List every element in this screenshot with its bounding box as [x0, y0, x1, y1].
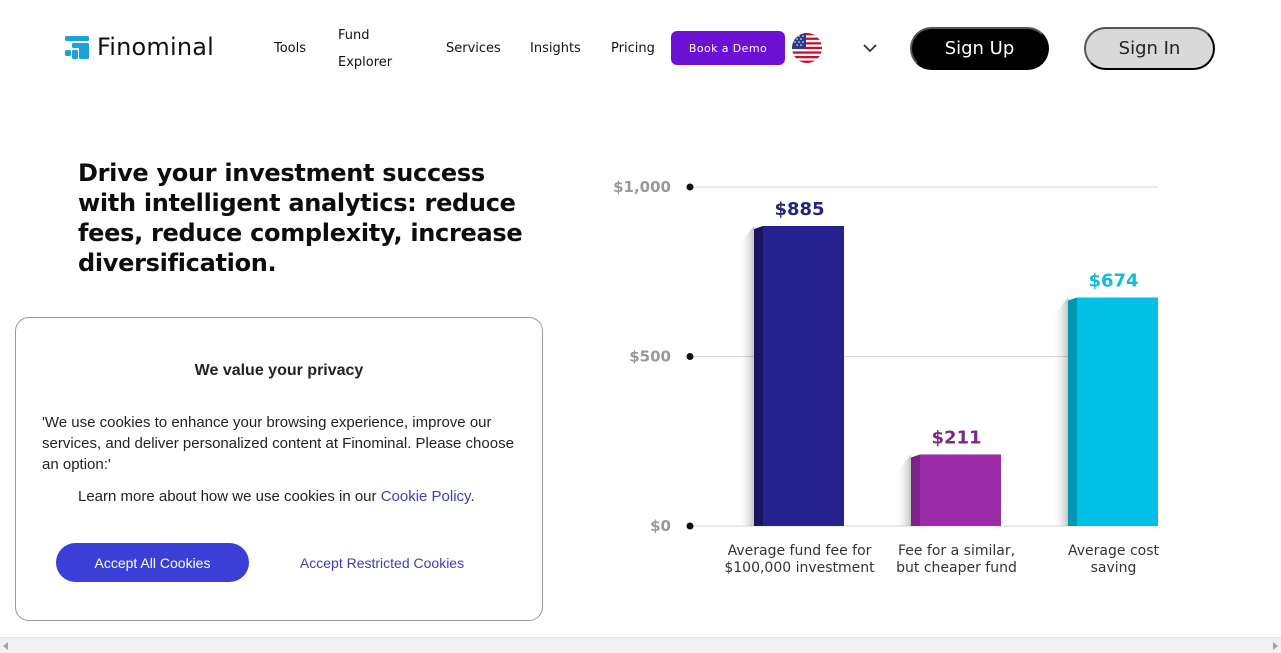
- bar-value-label: $885: [774, 199, 824, 220]
- logo[interactable]: Finominal: [64, 33, 214, 61]
- bar: [920, 454, 1001, 526]
- logo-text: Finominal: [97, 33, 215, 61]
- chevron-down-icon[interactable]: [862, 40, 878, 56]
- cookie-description: 'We use cookies to enhance your browsing…: [42, 414, 514, 473]
- x-category-label: Fee for a similar,: [898, 543, 1015, 559]
- y-tick-label: $1,000: [613, 178, 671, 196]
- nav-tools[interactable]: Tools: [274, 41, 306, 56]
- accept-restricted-cookies-button[interactable]: Accept Restricted Cookies: [286, 543, 478, 582]
- finominal-logo-icon: [64, 34, 90, 60]
- us-flag-icon[interactable]: [792, 33, 822, 63]
- x-category-label: but cheaper fund: [896, 560, 1017, 576]
- cookie-policy-link[interactable]: Cookie Policy: [381, 488, 471, 505]
- cookie-learn-more-suffix: .: [470, 488, 475, 505]
- horizontal-scrollbar[interactable]: [0, 637, 1281, 653]
- y-tick-label: $0: [650, 517, 671, 535]
- cookie-learn-more-text: Learn more about how we use cookies in o…: [78, 488, 381, 505]
- cookie-title: We value your privacy: [194, 362, 364, 379]
- nav-pricing[interactable]: Pricing: [611, 41, 655, 56]
- y-tick-dot: [686, 183, 694, 191]
- nav-fund-explorer[interactable]: Fund Explorer: [338, 22, 408, 76]
- bar-shadow: [895, 454, 911, 526]
- bar-value-label: $211: [931, 427, 981, 448]
- accept-all-cookies-button[interactable]: Accept All Cookies: [56, 543, 249, 582]
- nav-insights[interactable]: Insights: [530, 41, 581, 56]
- nav-services[interactable]: Services: [446, 41, 501, 56]
- scroll-right-arrow-icon[interactable]: [1273, 642, 1278, 650]
- bar-side: [754, 225, 763, 527]
- bar-shadow: [738, 225, 754, 527]
- x-category-label: Average cost: [1068, 543, 1159, 559]
- fee-comparison-chart: $0 $500 $1,000 $885 Average fund fee for$100…: [613, 178, 1159, 576]
- x-category-label: $100,000 investment: [724, 560, 875, 576]
- sign-in-button[interactable]: Sign In: [1084, 27, 1215, 70]
- hero-title: Drive your investment success with intel…: [78, 159, 523, 277]
- book-demo-button[interactable]: Book a Demo: [671, 31, 785, 65]
- bar: [1077, 297, 1158, 526]
- cookie-learn-more: Learn more about how we use cookies in o…: [78, 488, 475, 505]
- x-category-label: Average fund fee for: [728, 543, 872, 559]
- x-category-label: saving: [1091, 560, 1137, 576]
- sign-up-button[interactable]: Sign Up: [910, 27, 1049, 70]
- cookie-consent-dialog: We value your privacy 'We use cookies to…: [15, 317, 543, 621]
- y-tick-dot: [686, 353, 694, 360]
- scroll-left-arrow-icon[interactable]: [3, 642, 8, 650]
- bar-side: [911, 454, 920, 526]
- bar-side: [1068, 297, 1077, 526]
- bar-value-label: $674: [1088, 271, 1138, 292]
- bar-shadow: [1052, 297, 1068, 526]
- y-tick-dot: [686, 522, 694, 530]
- y-tick-label: $500: [629, 348, 671, 366]
- bar: [763, 225, 844, 527]
